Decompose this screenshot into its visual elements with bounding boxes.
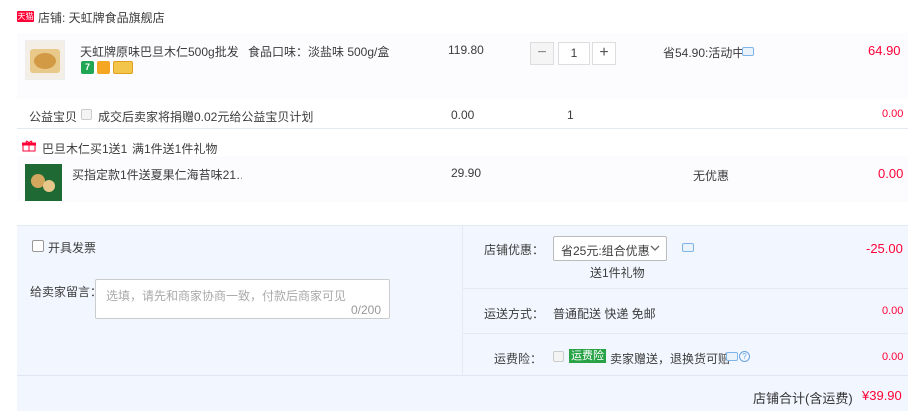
row-divider [463,288,908,289]
charity-checkbox[interactable] [81,109,92,120]
item-subtotal: 64.90 [868,43,901,58]
message-placeholder: 选填，请先和商家协商一致，付款后商家可见 [106,289,347,303]
discount-details-icon[interactable] [682,243,694,252]
insurance-badge: 运费险 [569,349,606,363]
row-divider [463,333,908,334]
unit-price: 119.80 [448,43,484,57]
charity-subtotal: 0.00 [882,108,904,120]
invoice-label: 开具发票 [48,241,97,255]
insurance-text: 卖家赠送，退换货可赔 [610,352,731,366]
gift-promo-label: 巴旦木仁买1送1 [42,142,128,156]
help-icon[interactable]: ? [739,351,750,362]
gift-subtotal: 0.00 [878,166,904,181]
product-thumbnail[interactable] [25,40,65,80]
shop-discount-select[interactable]: 省25元:组合优惠 [553,236,667,261]
tmall-logo-icon: 天猫 [17,11,34,22]
panel-vertical-divider [462,225,463,375]
card-icon[interactable] [113,61,133,74]
total-label: 店铺合计(含运费) [753,391,853,406]
promo-details-icon[interactable] [742,47,754,56]
gift-discount: 无优惠 [693,169,730,183]
quantity-decrease-button[interactable]: − [530,42,554,65]
product-sku: 食品口味：淡盐味 500g/盒 [248,45,390,59]
gift-title[interactable]: 买指定款1件送夏果仁海苔味21… [72,166,242,183]
total-divider [17,375,908,376]
quantity-increase-button[interactable]: + [592,42,616,65]
invoice-checkbox[interactable] [32,240,44,252]
message-textarea[interactable]: 选填，请先和商家协商一致，付款后商家可见 0/200 [95,279,390,319]
seven-day-return-icon[interactable]: 7 [81,61,94,74]
shipping-amount: 0.00 [882,305,904,317]
shipping-label: 运送方式： [484,307,545,321]
message-counter: 0/200 [350,303,381,317]
total-amount: ¥39.90 [862,388,902,403]
charity-label: 公益宝贝 [29,110,78,124]
charity-price: 0.00 [451,108,475,122]
shop-discount-label: 店铺优惠： [484,243,545,257]
service-tags: 7 [81,61,133,74]
gift-promo-desc: 满1件送1件礼物 [132,142,218,156]
shop-discount-selected: 省25元:组合优惠 [561,244,650,258]
shop-discount-amount: -25.00 [866,241,903,256]
message-label: 给卖家留言： [30,285,103,299]
insurance-checkbox[interactable] [553,351,564,362]
charity-quantity: 1 [567,108,574,122]
charity-text: 成交后卖家将捐赠0.02元给公益宝贝计划 [98,110,314,124]
quality-check-icon[interactable] [97,61,110,74]
shop-discount-sub: 送1件礼物 [590,266,645,280]
product-title[interactable]: 天虹牌原味巴旦木仁500g批发… [80,43,240,60]
shipping-method: 普通配送 快递 免邮 [553,307,656,321]
quantity-input[interactable]: 1 [558,42,590,65]
gift-thumbnail[interactable] [25,164,62,201]
gift-icon [22,140,36,152]
insurance-amount: 0.00 [882,351,904,363]
store-name[interactable]: 店铺: 天虹牌食品旗舰店 [38,9,165,26]
insurance-chat-icon[interactable] [726,352,738,361]
promo-status: 省54.90:活动中 [663,46,745,60]
gift-price: 29.90 [451,166,482,180]
row-divider [17,128,908,129]
insurance-label: 运费险： [494,352,543,366]
chevron-down-icon [650,245,660,251]
